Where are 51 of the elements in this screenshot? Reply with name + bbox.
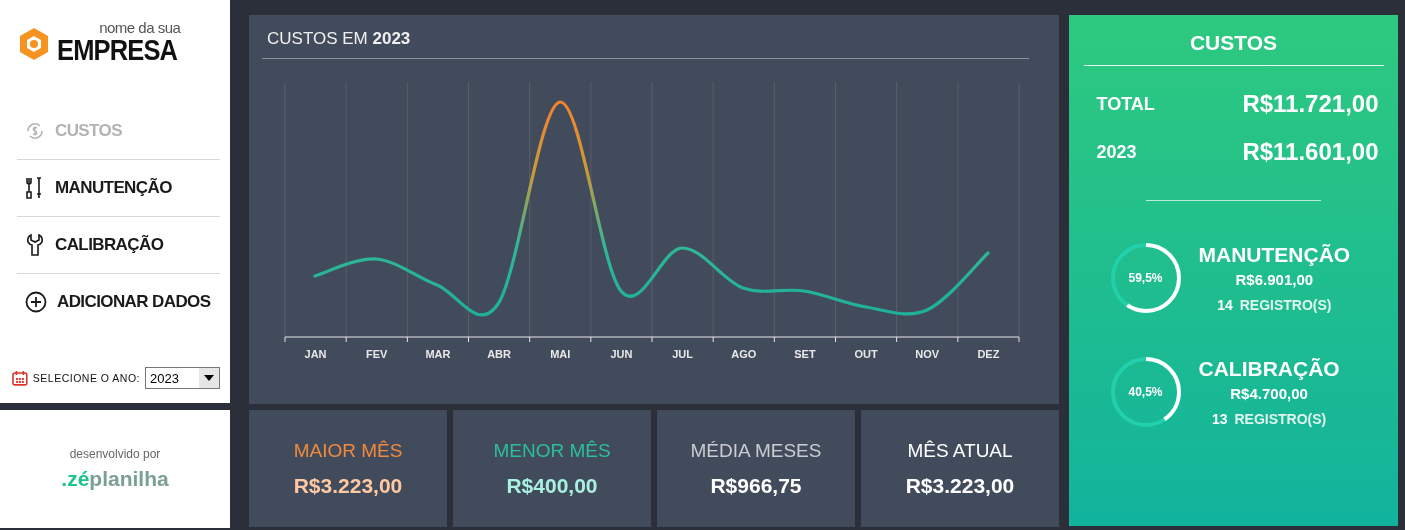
percent-label: 59,5% — [1128, 271, 1163, 285]
stat-value: R$3.223,00 — [905, 473, 1015, 498]
hexagon-logo-icon — [17, 27, 51, 61]
category-name: MANUTENÇÃO — [1198, 243, 1351, 267]
calendar-icon — [12, 370, 28, 386]
month-label: AGO — [731, 348, 757, 360]
chart-title: CUSTOS EM 2023 — [262, 29, 1029, 59]
year-dropdown[interactable]: 2023 — [145, 367, 220, 389]
total-label: TOTAL — [1095, 93, 1155, 115]
record-count: 13 — [1211, 411, 1228, 427]
dollar-cycle-icon — [25, 121, 45, 141]
percent-label: 40,5% — [1128, 385, 1163, 399]
nav-item[interactable]: MANUTENÇÃO — [17, 160, 220, 217]
month-label: SET — [794, 348, 816, 360]
nav-item[interactable]: CALIBRAÇÃO — [17, 217, 220, 274]
month-label: MAI — [550, 348, 571, 360]
category-name: CALIBRAÇÃO — [1198, 357, 1340, 381]
total-value: R$11.721,00 — [1242, 90, 1379, 118]
month-label: OUT — [854, 348, 878, 360]
logo-tagline: nome da sua — [99, 20, 181, 35]
stat-label: MAIOR MÊS — [293, 439, 403, 462]
month-label: MAR — [425, 348, 451, 360]
credit-caption: desenvolvido por — [69, 447, 161, 461]
wrench-icon — [25, 233, 45, 257]
month-label: DEZ — [977, 348, 1000, 360]
stat-label: MÊS ATUAL — [907, 439, 1013, 462]
year-label: SELECIONE O ANO: — [32, 372, 140, 384]
month-label: ABR — [487, 348, 511, 360]
stat-label: MÉDIA MESES — [690, 439, 822, 462]
month-label: JUN — [610, 348, 633, 360]
logo-name: EMPRESA — [57, 35, 178, 65]
record-label: REGISTRO(S) — [1234, 411, 1327, 427]
brand-logo: .zéplanilha — [61, 467, 169, 491]
stat-value: R$400,00 — [506, 473, 598, 498]
month-label: FEV — [366, 348, 388, 360]
total-label: 2023 — [1095, 141, 1137, 163]
caret-icon — [204, 375, 214, 381]
record-label: REGISTRO(S) — [1239, 297, 1332, 313]
month-label: JAN — [304, 348, 327, 360]
summary-title: CUSTOS — [1189, 31, 1278, 55]
record-count: 14 — [1217, 297, 1233, 313]
stat-value: R$966,75 — [710, 473, 802, 498]
nav-item[interactable]: ADICIONAR DADOS — [17, 274, 220, 330]
category-value: R$4.700,00 — [1230, 385, 1308, 402]
month-label: JUL — [672, 348, 693, 360]
stat-label: MENOR MÊS — [493, 439, 611, 462]
category-value: R$6.901,00 — [1235, 271, 1314, 288]
stat-value: R$3.223,00 — [293, 473, 403, 498]
total-value: R$11.601,00 — [1242, 138, 1379, 166]
add-circle-icon — [25, 291, 47, 313]
month-label: NOV — [915, 348, 940, 360]
